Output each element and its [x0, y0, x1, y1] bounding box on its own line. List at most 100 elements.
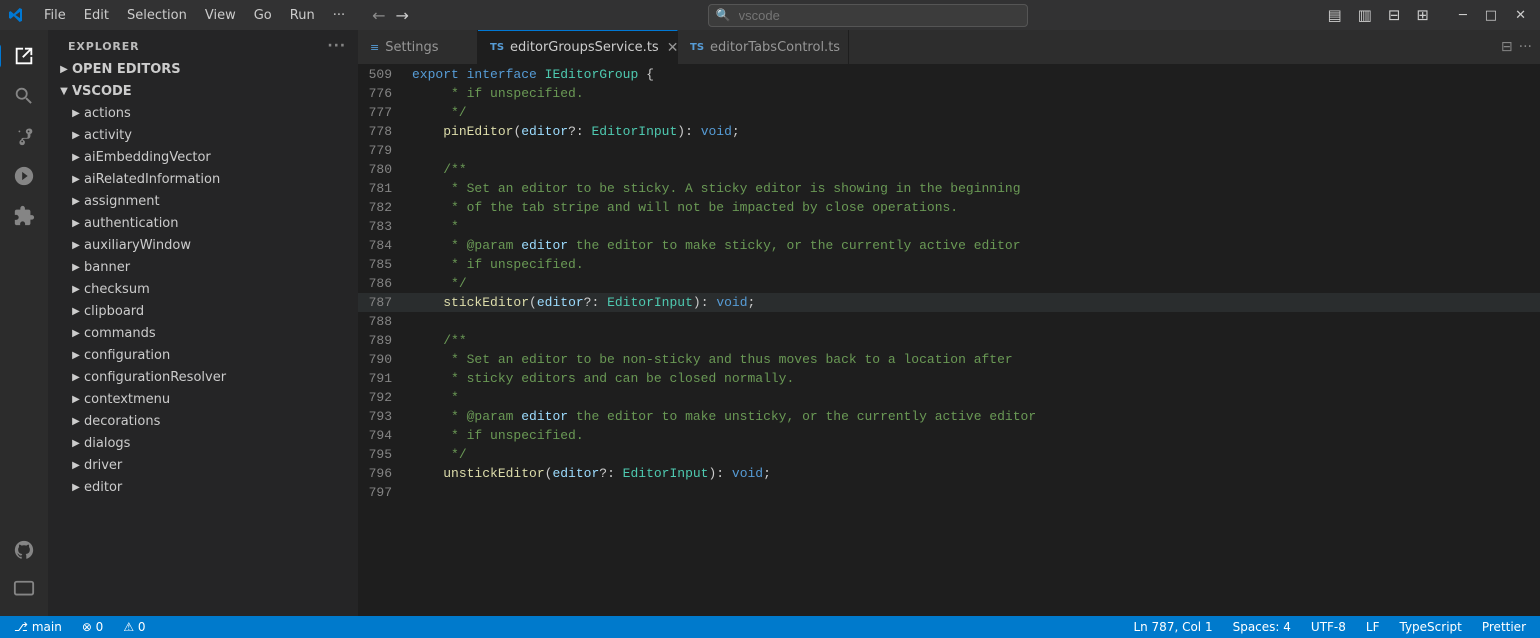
sidebar-item-editor[interactable]: ▶ editor: [48, 476, 358, 498]
layout-menu-icon[interactable]: ⊞: [1412, 4, 1433, 26]
activity-remote[interactable]: [6, 572, 42, 608]
status-language[interactable]: TypeScript: [1393, 616, 1467, 638]
status-line-ending[interactable]: LF: [1360, 616, 1386, 638]
status-prettier[interactable]: Prettier: [1476, 616, 1532, 638]
chevron-right-icon: ▶: [68, 435, 84, 451]
sidebar-item-label: actions: [84, 106, 358, 121]
menu-selection[interactable]: Selection: [119, 6, 195, 25]
split-editor-icon[interactable]: ⊟: [1501, 39, 1513, 55]
line-content: pinEditor(editor?: EditorInput): void;: [408, 122, 1540, 141]
line-content: /**: [408, 160, 1540, 179]
code-line-789: 789 /**: [358, 331, 1540, 350]
status-warnings[interactable]: ⚠ 0: [117, 616, 151, 638]
branch-icon: ⎇: [14, 620, 28, 634]
status-position[interactable]: Ln 787, Col 1: [1127, 616, 1218, 638]
nav-back-button[interactable]: ←: [369, 6, 388, 25]
status-spaces[interactable]: Spaces: 4: [1227, 616, 1297, 638]
sidebar-item-checksum[interactable]: ▶ checksum: [48, 278, 358, 300]
settings-tab[interactable]: ≡ Settings: [358, 30, 478, 64]
chevron-right-icon: ▶: [68, 281, 84, 297]
sidebar-section-open-editors[interactable]: ▶ OPEN EDITORS: [48, 58, 358, 80]
code-line-796: 796 unstickEditor(editor?: EditorInput):…: [358, 464, 1540, 483]
layout-sidebar-icon[interactable]: ▤: [1323, 4, 1345, 26]
activity-source-control[interactable]: [6, 118, 42, 154]
layout-panel-icon[interactable]: ▥: [1354, 4, 1376, 26]
activity-run-debug[interactable]: [6, 158, 42, 194]
line-content: * @param editor the editor to make unsti…: [408, 407, 1540, 426]
line-number: 793: [358, 407, 408, 426]
sidebar-item-actions[interactable]: ▶ actions: [48, 102, 358, 124]
sidebar-item-auxiliarywindow[interactable]: ▶ auxiliaryWindow: [48, 234, 358, 256]
sidebar-item-aiembeddingvector[interactable]: ▶ aiEmbeddingVector: [48, 146, 358, 168]
menu-go[interactable]: Go: [246, 6, 280, 25]
sidebar-item-label: decorations: [84, 414, 358, 429]
editor-groups-service-tab[interactable]: TS editorGroupsService.ts ✕: [478, 30, 678, 64]
sidebar-item-label: contextmenu: [84, 392, 358, 407]
tab-bar: ≡ Settings TS editorGroupsService.ts ✕ T…: [358, 30, 1540, 65]
chevron-right-icon: ▶: [68, 215, 84, 231]
sidebar-item-banner[interactable]: ▶ banner: [48, 256, 358, 278]
editor-groups-service-tab-label: editorGroupsService.ts: [510, 40, 659, 55]
activity-github[interactable]: [6, 532, 42, 568]
menu-view[interactable]: View: [197, 6, 244, 25]
line-content: * sticky editors and can be closed norma…: [408, 369, 1540, 388]
sidebar-item-decorations[interactable]: ▶ decorations: [48, 410, 358, 432]
code-line-785: 785 * if unspecified.: [358, 255, 1540, 274]
menu-run[interactable]: Run: [282, 6, 323, 25]
line-number: 794: [358, 426, 408, 445]
line-number: 791: [358, 369, 408, 388]
win-close-button[interactable]: ✕: [1509, 6, 1532, 25]
chevron-right-icon: ▶: [56, 61, 72, 77]
sidebar-content: ▶ OPEN EDITORS ▼ VSCODE ▶ actions ▶ acti…: [48, 58, 358, 616]
line-content: [408, 141, 1540, 160]
search-input[interactable]: [708, 4, 1028, 27]
title-bar: File Edit Selection View Go Run ··· ← → …: [0, 0, 1540, 30]
sidebar-item-commands[interactable]: ▶ commands: [48, 322, 358, 344]
sidebar-item-clipboard[interactable]: ▶ clipboard: [48, 300, 358, 322]
sidebar-item-contextmenu[interactable]: ▶ contextmenu: [48, 388, 358, 410]
status-encoding[interactable]: UTF-8: [1305, 616, 1352, 638]
line-content: */: [408, 445, 1540, 464]
sidebar-more-icon[interactable]: ···: [327, 38, 346, 54]
win-minimize-button[interactable]: ─: [1453, 6, 1473, 25]
chevron-right-icon: ▶: [68, 413, 84, 429]
sidebar-item-dialogs[interactable]: ▶ dialogs: [48, 432, 358, 454]
menu-edit[interactable]: Edit: [76, 6, 117, 25]
menu-more[interactable]: ···: [325, 6, 353, 25]
sidebar-item-airelatedinformation[interactable]: ▶ aiRelatedInformation: [48, 168, 358, 190]
sidebar-item-configuration[interactable]: ▶ configuration: [48, 344, 358, 366]
sidebar-item-authentication[interactable]: ▶ authentication: [48, 212, 358, 234]
sidebar-item-label: OPEN EDITORS: [72, 62, 358, 77]
editor-tabs-control-tab[interactable]: TS editorTabsControl.ts: [678, 30, 849, 64]
encoding-label: UTF-8: [1311, 620, 1346, 634]
line-content: */: [408, 103, 1540, 122]
code-line-792: 792 *: [358, 388, 1540, 407]
status-branch[interactable]: ⎇ main: [8, 616, 68, 638]
line-number: 782: [358, 198, 408, 217]
code-line-797: 797: [358, 483, 1540, 502]
chevron-right-icon: ▶: [68, 193, 84, 209]
win-maximize-button[interactable]: □: [1479, 6, 1503, 25]
sidebar-section-vscode[interactable]: ▼ VSCODE: [48, 80, 358, 102]
code-line-781: 781 * Set an editor to be sticky. A stic…: [358, 179, 1540, 198]
code-line-777: 777 */: [358, 103, 1540, 122]
code-editor[interactable]: 509 export interface IEditorGroup { 776 …: [358, 65, 1540, 616]
line-number: 779: [358, 141, 408, 160]
line-number: 789: [358, 331, 408, 350]
line-content: [408, 483, 1540, 502]
sidebar-item-driver[interactable]: ▶ driver: [48, 454, 358, 476]
sidebar-item-activity[interactable]: ▶ activity: [48, 124, 358, 146]
more-actions-icon[interactable]: ···: [1519, 39, 1532, 55]
layout-split-icon[interactable]: ⊟: [1384, 4, 1405, 26]
line-number: 784: [358, 236, 408, 255]
activity-search[interactable]: [6, 78, 42, 114]
status-errors[interactable]: ⊗ 0: [76, 616, 110, 638]
ts-file-icon: TS: [490, 42, 504, 53]
sidebar-item-assignment[interactable]: ▶ assignment: [48, 190, 358, 212]
nav-forward-button[interactable]: →: [393, 6, 412, 25]
activity-explorer[interactable]: [6, 38, 42, 74]
sidebar-item-configurationresolver[interactable]: ▶ configurationResolver: [48, 366, 358, 388]
code-line-780: 780 /**: [358, 160, 1540, 179]
activity-extensions[interactable]: [6, 198, 42, 234]
menu-file[interactable]: File: [36, 6, 74, 25]
